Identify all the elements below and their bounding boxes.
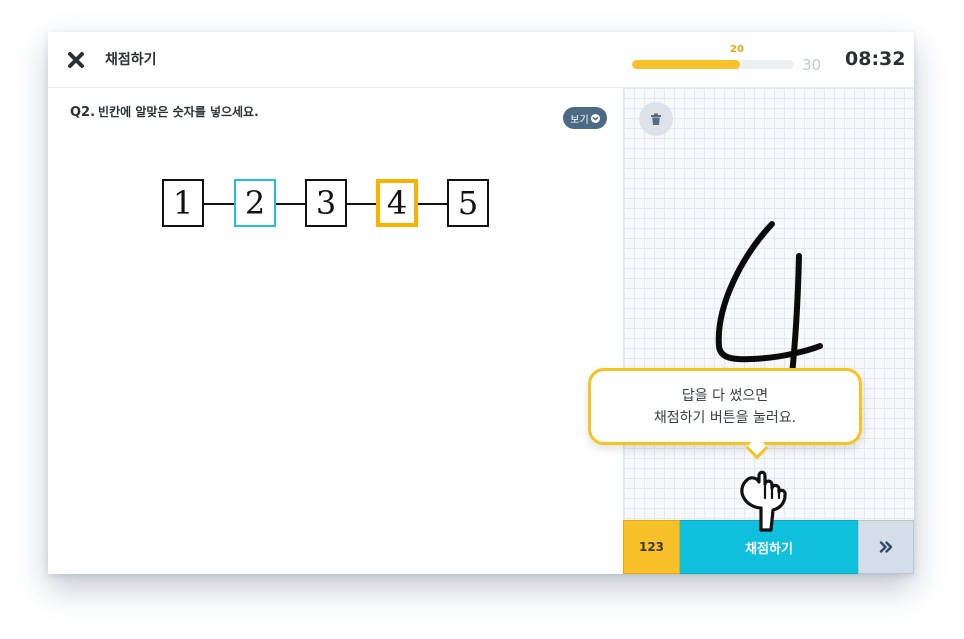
- number-pad-button[interactable]: 123: [623, 520, 680, 574]
- number-box-2[interactable]: 2: [234, 179, 276, 227]
- tooltip-line-2: 채점하기 버튼을 눌러요.: [653, 409, 797, 426]
- header-bar: 채점하기 20 30 08:32: [48, 32, 914, 88]
- connector-line: [204, 203, 234, 205]
- number-box-1: 1: [162, 179, 204, 227]
- number-box-5: 5: [447, 179, 489, 227]
- chevron-down-icon: [590, 113, 600, 123]
- handwriting-canvas[interactable]: [623, 88, 914, 520]
- number-box-3: 3: [305, 179, 347, 227]
- number-sequence-diagram: 1 2 3 4 5: [162, 179, 492, 229]
- progress-current-count: 20: [730, 44, 744, 55]
- progress-fill: [632, 60, 741, 69]
- page-title: 채점하기: [105, 52, 157, 68]
- trash-icon: [651, 113, 661, 125]
- close-button[interactable]: [66, 50, 86, 70]
- question-number: Q2.: [70, 105, 96, 120]
- close-x-icon: [68, 52, 84, 68]
- connector-line: [276, 203, 305, 205]
- progress-track: [632, 60, 794, 69]
- tooltip-line-1: 답을 다 썼으면: [681, 387, 769, 404]
- question-prompt: Q2. 빈칸에 알맞은 숫자를 넣으세요.: [70, 103, 259, 120]
- progress-indicator: 20 30: [632, 42, 872, 82]
- connector-line: [418, 203, 447, 205]
- next-button[interactable]: [858, 520, 914, 574]
- double-chevron-right-icon: [879, 541, 893, 553]
- connector-line: [347, 203, 376, 205]
- number-box-4-answer[interactable]: 4: [376, 179, 418, 227]
- hint-tooltip: 답을 다 썼으면 채점하기 버튼을 눌러요.: [588, 368, 862, 445]
- pointing-hand-icon: [740, 470, 787, 532]
- progress-total-count: 30: [802, 56, 822, 74]
- view-options-button[interactable]: 보기: [563, 107, 607, 129]
- handwritten-answer-stroke: [715, 221, 823, 396]
- question-panel: Q2. 빈칸에 알맞은 숫자를 넣으세요. 보기 1 2 3 4 5: [48, 88, 623, 574]
- view-button-label: 보기: [570, 114, 589, 126]
- clear-canvas-button[interactable]: [639, 102, 673, 136]
- timer: 08:32: [845, 48, 906, 70]
- question-text: 빈칸에 알맞은 숫자를 넣으세요.: [98, 105, 259, 119]
